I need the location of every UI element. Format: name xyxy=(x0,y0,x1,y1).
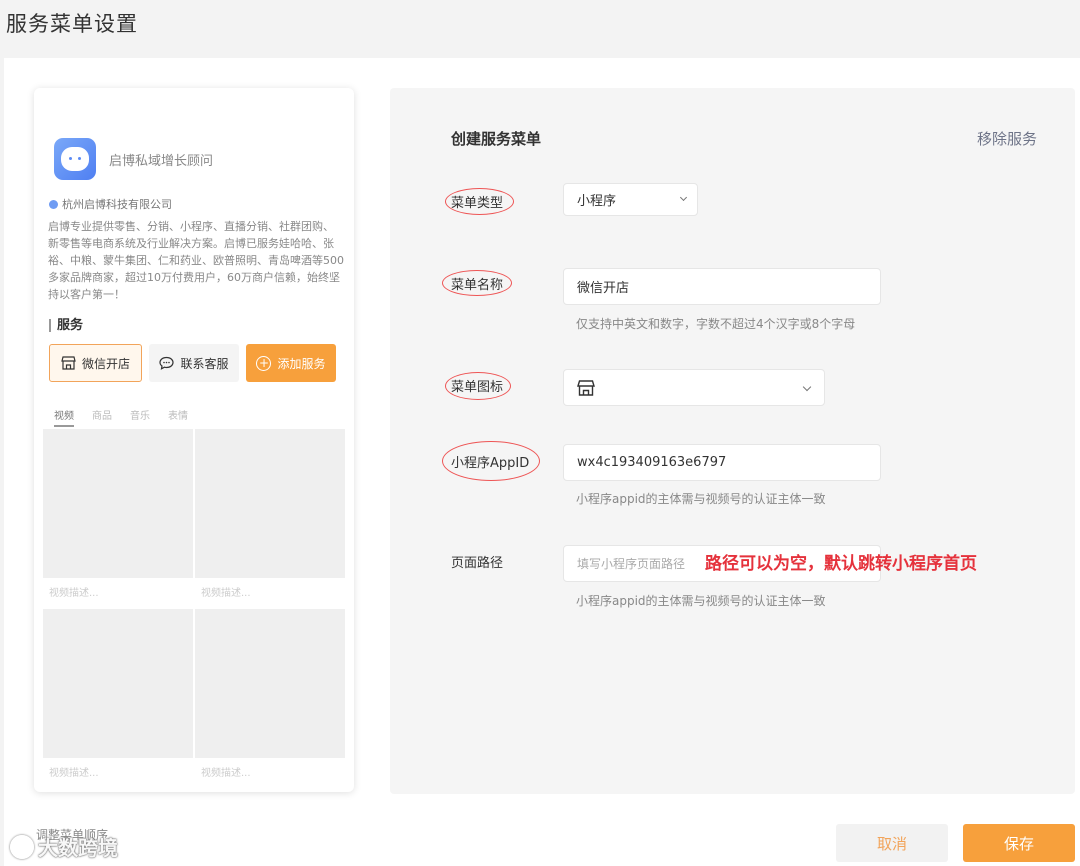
account-name: 启博私域增长顾问 xyxy=(109,154,214,169)
verified-icon xyxy=(49,199,58,209)
video-grid: 视频描述... 视频描述... 视频描述... 视频描述... xyxy=(43,429,345,787)
preview-tabs: 视频 商品 音乐 表情 xyxy=(54,407,188,427)
page-path-hint: 小程序appid的主体需与视频号的认证主体一致 xyxy=(576,594,826,608)
service-menu-form: 创建服务菜单 移除服务 菜单类型 小程序 菜单名称 微信开店 仅支持中英文和数字… xyxy=(390,88,1075,794)
video-thumbnail xyxy=(43,429,193,578)
appid-label: 小程序AppID xyxy=(451,456,530,471)
page-path-label: 页面路径 xyxy=(451,556,504,571)
video-thumbnail xyxy=(195,609,345,758)
video-card[interactable]: 视频描述... xyxy=(195,609,345,787)
page-title: 服务菜单设置 xyxy=(6,12,138,36)
video-card[interactable]: 视频描述... xyxy=(195,429,345,607)
remove-service-link[interactable]: 移除服务 xyxy=(977,128,1037,149)
menu-name-hint: 仅支持中英文和数字，字数不超过4个汉字或8个字母 xyxy=(576,317,856,331)
channel-preview: 启博私域增长顾问 杭州启博科技有限公司 启博专业提供零售、分销、小程序、直播分销… xyxy=(34,88,354,792)
chat-icon xyxy=(159,356,175,370)
form-title: 创建服务菜单 xyxy=(451,130,542,148)
video-caption: 视频描述... xyxy=(49,768,99,779)
chevron-down-icon xyxy=(679,193,688,202)
video-card[interactable]: 视频描述... xyxy=(43,609,193,787)
video-caption: 视频描述... xyxy=(201,588,251,599)
page-path-annotation: 路径可以为空，默认跳转小程序首页 xyxy=(705,554,977,574)
tab-products[interactable]: 商品 xyxy=(92,407,112,427)
plus-circle-icon: + xyxy=(256,355,272,371)
menu-name-value: 微信开店 xyxy=(577,281,630,296)
menu-icon-label: 菜单图标 xyxy=(451,380,504,395)
video-thumbnail xyxy=(195,429,345,578)
service-button-store[interactable]: 微信开店 xyxy=(49,344,142,382)
service-button-customer-service[interactable]: 联系客服 xyxy=(149,344,239,382)
tab-video[interactable]: 视频 xyxy=(54,407,74,427)
service-button-label: 添加服务 xyxy=(277,356,326,371)
menu-name-input[interactable]: 微信开店 xyxy=(563,268,881,305)
tab-stickers[interactable]: 表情 xyxy=(168,407,188,427)
watermark-text: 大数跨境 xyxy=(38,836,118,860)
watermark-logo-icon xyxy=(10,834,34,859)
page-path-placeholder: 填写小程序页面路径 xyxy=(577,557,686,571)
account-avatar xyxy=(54,138,96,180)
menu-name-label: 菜单名称 xyxy=(451,278,504,293)
appid-value: wx4c193409163e6797 xyxy=(577,455,727,470)
company-verification: 杭州启博科技有限公司 xyxy=(49,196,172,212)
services-heading: 服务 xyxy=(49,319,83,332)
menu-type-label: 菜单类型 xyxy=(451,196,504,211)
video-thumbnail xyxy=(43,609,193,758)
video-caption: 视频描述... xyxy=(49,588,99,599)
menu-type-select[interactable]: 小程序 xyxy=(563,183,698,216)
video-card[interactable]: 视频描述... xyxy=(43,429,193,607)
company-name: 杭州启博科技有限公司 xyxy=(62,198,172,211)
save-button[interactable]: 保存 xyxy=(963,824,1075,862)
menu-icon-select[interactable] xyxy=(563,369,825,406)
chevron-down-icon xyxy=(802,382,812,392)
store-icon xyxy=(577,379,595,396)
watermark: 大数跨境 xyxy=(10,832,118,861)
service-button-label: 联系客服 xyxy=(180,356,229,371)
service-button-label: 微信开店 xyxy=(81,356,130,371)
appid-input[interactable]: wx4c193409163e6797 xyxy=(563,444,881,481)
store-icon xyxy=(61,356,76,370)
robot-face-icon xyxy=(61,147,89,171)
cancel-button[interactable]: 取消 xyxy=(836,824,948,862)
add-service-button[interactable]: + 添加服务 xyxy=(246,344,336,382)
tab-music[interactable]: 音乐 xyxy=(130,407,150,427)
account-description: 启博专业提供零售、分销、小程序、直播分销、社群团购、新零售等电商系统及行业解决方… xyxy=(48,220,344,301)
menu-type-value: 小程序 xyxy=(577,194,617,209)
appid-hint: 小程序appid的主体需与视频号的认证主体一致 xyxy=(576,492,826,506)
video-caption: 视频描述... xyxy=(201,768,251,779)
